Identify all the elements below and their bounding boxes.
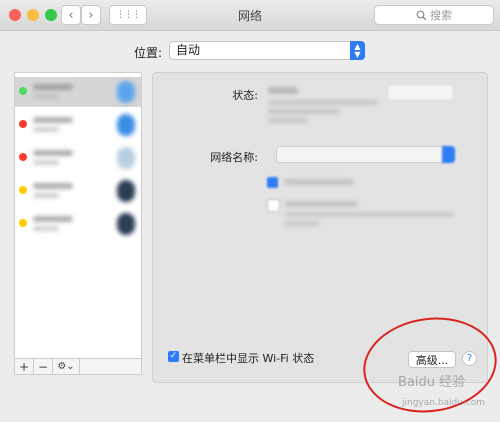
status-dot-icon [19,120,27,128]
ask-to-join-label [284,201,358,207]
service-status [33,94,59,99]
status-dot-icon [19,219,27,227]
service-list-toolbar: + − ⚙︎⌄ [14,358,142,375]
location-value: 自动 [176,43,201,57]
service-status [33,193,59,198]
show-wifi-status-label: 在菜单栏中显示 Wi-Fi 状态 [182,352,315,365]
service-list-item[interactable] [15,110,141,140]
gear-icon: ⚙︎⌄ [57,361,75,372]
service-status [33,160,59,165]
auto-join-label [284,179,354,185]
ask-to-join-checkbox[interactable] [267,199,280,212]
service-list-item[interactable] [15,77,141,107]
status-dot-icon [19,153,27,161]
service-name [33,117,73,123]
location-label: 位置: [134,46,163,60]
checkmark-icon: ✓ [169,351,178,361]
status-dot-icon [19,87,27,95]
service-actions-button[interactable]: ⚙︎⌄ [53,359,80,374]
ask-to-join-description [284,221,320,226]
auto-join-checkbox[interactable] [267,177,278,188]
search-field[interactable]: 搜索 [374,5,494,25]
service-name [33,150,73,156]
service-name [33,84,73,90]
network-preferences-window: ‹ › ⋮⋮⋮ 网络 搜索 位置: 自动 ▲ ▼ + − ⚙︎⌄ 状态: 网络名称… [0,0,500,422]
status-value [268,87,298,94]
search-placeholder: 搜索 [430,9,452,22]
ask-to-join-description [284,212,454,217]
show-wifi-status-checkbox[interactable]: ✓ [168,351,179,362]
turn-wifi-button[interactable] [387,84,454,101]
service-status [33,127,59,132]
network-name-select[interactable] [276,146,455,163]
service-list-item[interactable] [15,209,141,239]
watermark-url: jingyan.baidu.com [402,398,486,408]
service-list[interactable] [14,72,142,359]
service-name [33,216,73,222]
watermark-text: Baidu 经验 [398,375,466,390]
remove-service-button[interactable]: − [34,359,53,374]
status-dot-icon [19,186,27,194]
service-type-icon [117,147,135,169]
service-type-icon [117,81,135,103]
updown-arrows-icon: ▲ ▼ [350,41,365,60]
search-icon [416,10,427,20]
service-list-item[interactable] [15,143,141,173]
network-name-label: 网络名称: [210,151,258,164]
title-bar: ‹ › ⋮⋮⋮ 网络 搜索 [0,0,500,31]
service-type-icon [117,180,135,202]
service-type-icon [117,213,135,235]
service-status [33,226,59,231]
service-type-icon [117,114,135,136]
add-service-button[interactable]: + [15,359,34,374]
plus-icon: + [18,359,30,374]
status-description [268,118,308,123]
service-list-item[interactable] [15,176,141,206]
minus-icon: − [37,359,49,374]
updown-arrows-icon [442,146,455,163]
status-description [268,100,378,105]
status-label: 状态: [232,89,258,102]
watermark: Baidu 经验 jingyan.baidu.com [388,376,498,416]
service-name [33,183,73,189]
status-description [268,109,340,114]
location-select[interactable]: 自动 ▲ ▼ [169,41,365,60]
